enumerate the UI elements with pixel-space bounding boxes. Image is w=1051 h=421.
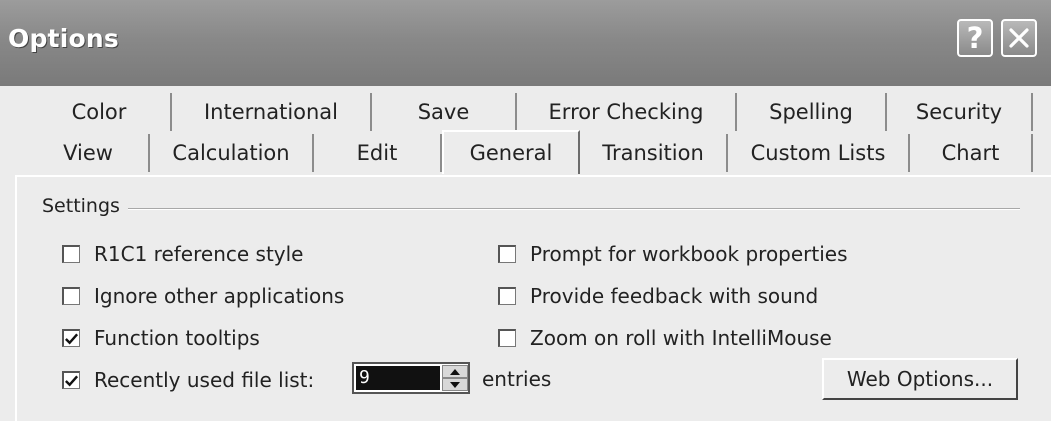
- spinner-up-button[interactable]: [442, 365, 468, 378]
- tab-spelling[interactable]: Spelling: [737, 93, 887, 131]
- arrow-down-icon: [450, 381, 460, 388]
- settings-legend: Settings: [42, 195, 128, 217]
- option-r1c1-reference-style[interactable]: R1C1 reference style: [62, 242, 303, 266]
- checkmark-icon: [65, 375, 79, 387]
- entries-label: entries: [482, 367, 552, 391]
- help-button[interactable]: ?: [957, 19, 993, 57]
- option-label: Zoom on roll with IntelliMouse: [530, 326, 832, 350]
- option-recently-used-file-list[interactable]: Recently used file list:: [62, 368, 314, 392]
- checkbox[interactable]: [62, 245, 80, 263]
- option-label: Recently used file list:: [94, 368, 315, 392]
- recent-files-count-spinner[interactable]: 9: [352, 362, 470, 394]
- checkbox[interactable]: [62, 371, 80, 389]
- tab-error-checking[interactable]: Error Checking: [517, 93, 737, 131]
- help-icon: ?: [966, 21, 984, 55]
- option-function-tooltips[interactable]: Function tooltips: [62, 326, 260, 350]
- option-label: Provide feedback with sound: [530, 284, 819, 308]
- tab-chart[interactable]: Chart: [910, 134, 1033, 172]
- settings-divider: [42, 208, 1020, 210]
- checkmark-icon: [65, 333, 79, 345]
- tab-transition[interactable]: Transition: [580, 134, 728, 172]
- option-zoom-on-roll-with-intellimouse[interactable]: Zoom on roll with IntelliMouse: [498, 326, 832, 350]
- tab-international[interactable]: International: [172, 93, 372, 131]
- title-bar: Options ?: [0, 0, 1051, 86]
- option-label: R1C1 reference style: [94, 242, 304, 266]
- checkbox[interactable]: [498, 329, 516, 347]
- tab-general[interactable]: General: [442, 130, 580, 174]
- checkbox[interactable]: [62, 329, 80, 347]
- spinner-down-button[interactable]: [442, 378, 468, 391]
- option-ignore-other-applications[interactable]: Ignore other applications: [62, 284, 344, 308]
- web-options-button[interactable]: Web Options...: [822, 358, 1018, 400]
- option-label: Ignore other applications: [94, 284, 345, 308]
- option-prompt-for-workbook-properties[interactable]: Prompt for workbook properties: [498, 242, 848, 266]
- tab-view[interactable]: View: [28, 134, 150, 172]
- checkbox[interactable]: [498, 287, 516, 305]
- option-label: Function tooltips: [94, 326, 260, 350]
- close-icon: [1009, 28, 1029, 48]
- tab-edit[interactable]: Edit: [314, 134, 442, 172]
- checkbox[interactable]: [62, 287, 80, 305]
- tab-calculation[interactable]: Calculation: [150, 134, 314, 172]
- option-label: Prompt for workbook properties: [530, 242, 848, 266]
- options-dialog: Options ? Color International Save Error…: [0, 0, 1051, 421]
- tab-color[interactable]: Color: [28, 93, 172, 131]
- arrow-up-icon: [450, 368, 460, 375]
- tab-save[interactable]: Save: [372, 93, 517, 131]
- tab-security[interactable]: Security: [887, 93, 1033, 131]
- option-provide-feedback-with-sound[interactable]: Provide feedback with sound: [498, 284, 818, 308]
- recent-files-count-input[interactable]: 9: [356, 366, 440, 390]
- checkbox[interactable]: [498, 245, 516, 263]
- tab-custom-lists[interactable]: Custom Lists: [728, 134, 910, 172]
- close-button[interactable]: [1001, 19, 1037, 57]
- window-title: Options: [8, 24, 119, 53]
